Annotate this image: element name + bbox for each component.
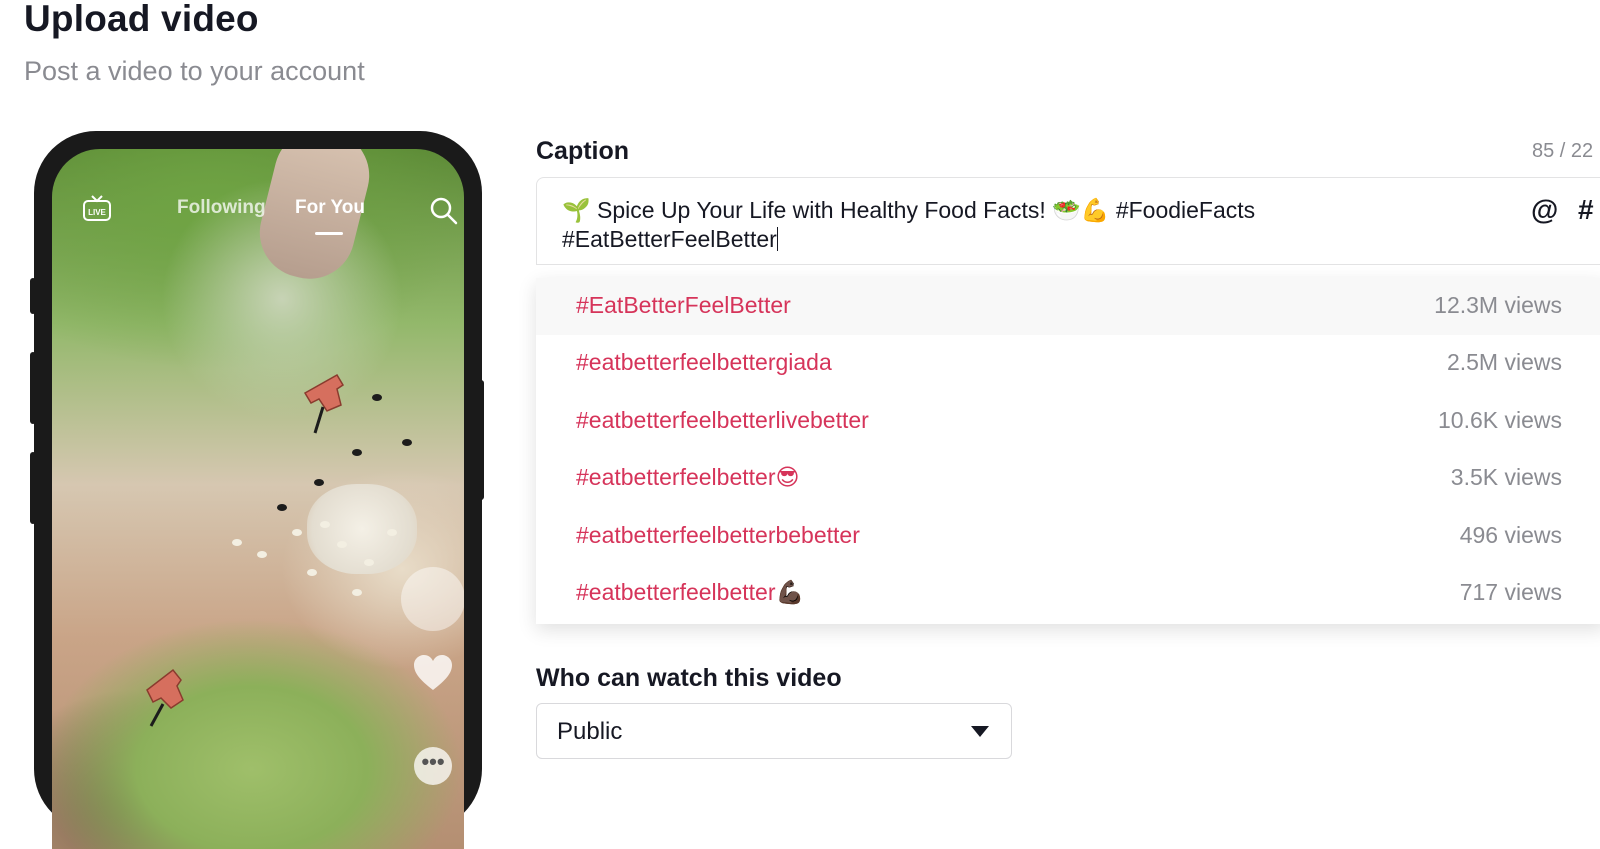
text-caret [776,227,778,251]
suggestion-hashtag: #eatbetterfeelbetterlivebetter [576,406,869,433]
chevron-down-icon [971,726,989,737]
suggestion-item[interactable]: #eatbetterfeelbetterlivebetter 10.6K vie… [536,393,1600,450]
video-frame-seed [257,551,267,558]
suggestion-hashtag: #eatbetterfeelbetter💪🏿 [576,578,805,605]
suggestion-views: 717 views [1459,578,1562,605]
video-frame-seed [277,504,287,511]
suggestion-item[interactable]: #eatbetterfeelbettergiada 2.5M views [536,335,1600,392]
suggestion-views: 496 views [1459,521,1562,548]
suggestion-views: 3.5K views [1450,464,1562,491]
video-frame-seed [352,449,362,456]
suggestion-hashtag: #eatbetterfeelbetter😎 [576,464,800,491]
suggestion-hashtag: #eatbetterfeelbetterbebetter [576,521,860,548]
video-frame-seed [352,589,362,596]
video-frame-seed [387,529,397,536]
suggestion-hashtag: #EatBetterFeelBetter [576,292,791,318]
video-frame-seed [372,394,382,401]
video-frame-crumbs [307,484,417,574]
video-frame-seed [402,439,412,446]
hashtag-suggestions-dropdown: #EatBetterFeelBetter 12.3M views #eatbet… [536,278,1600,624]
caption-line-1: 🌱 Spice Up Your Life with Healthy Food F… [562,197,1256,223]
video-frame-seed [307,569,317,576]
video-frame-seed [337,541,347,548]
suggestion-item[interactable]: #eatbetterfeelbetter💪🏿 717 views [536,565,1600,622]
live-icon[interactable]: LIVE [82,194,112,227]
hashtag-button[interactable]: # [1578,194,1594,226]
tab-following[interactable]: Following [177,197,266,219]
suggestion-item[interactable]: #EatBetterFeelBetter 12.3M views [536,278,1600,336]
caption-divider [536,264,1600,265]
heart-icon[interactable] [412,654,454,697]
suggestion-views: 2.5M views [1446,349,1562,376]
mention-button[interactable]: @ [1531,194,1558,226]
caption-label: Caption [536,137,630,165]
search-icon[interactable] [429,196,459,231]
phone-preview: LIVE Following For You ••• [34,131,482,849]
caption-char-count: 85 / 22 [1532,140,1594,162]
video-frame-seed [232,539,242,546]
suggestion-item[interactable]: #eatbetterfeelbetter😎 3.5K views [536,450,1600,507]
caption-text[interactable]: 🌱 Spice Up Your Life with Healthy Food F… [562,196,1512,254]
video-frame-seed [364,559,374,566]
page-subtitle: Post a video to your account [24,56,365,86]
video-frame-seed [292,529,302,536]
tab-active-indicator [315,232,343,235]
avatar[interactable] [401,567,464,631]
suggestion-views: 12.3M views [1434,292,1562,318]
video-preview[interactable]: LIVE Following For You ••• [52,149,464,849]
video-frame-seed [314,479,324,486]
tab-for-you[interactable]: For You [295,197,365,219]
pushpin-sticker-icon [297,371,357,440]
privacy-select[interactable]: Public [536,703,1012,759]
more-options-icon[interactable]: ••• [414,747,452,785]
privacy-label: Who can watch this video [536,664,842,692]
suggestion-views: 10.6K views [1437,406,1562,433]
caption-line-2: #EatBetterFeelBetter [562,226,777,252]
suggestion-hashtag: #eatbetterfeelbettergiada [576,349,832,376]
page-title: Upload video [24,0,259,39]
video-frame-seed [320,521,330,528]
pushpin-sticker-icon [137,664,197,733]
suggestion-item[interactable]: #eatbetterfeelbetterbebetter 496 views [536,508,1600,565]
live-label: LIVE [88,208,106,217]
privacy-selected-value: Public [557,718,623,745]
